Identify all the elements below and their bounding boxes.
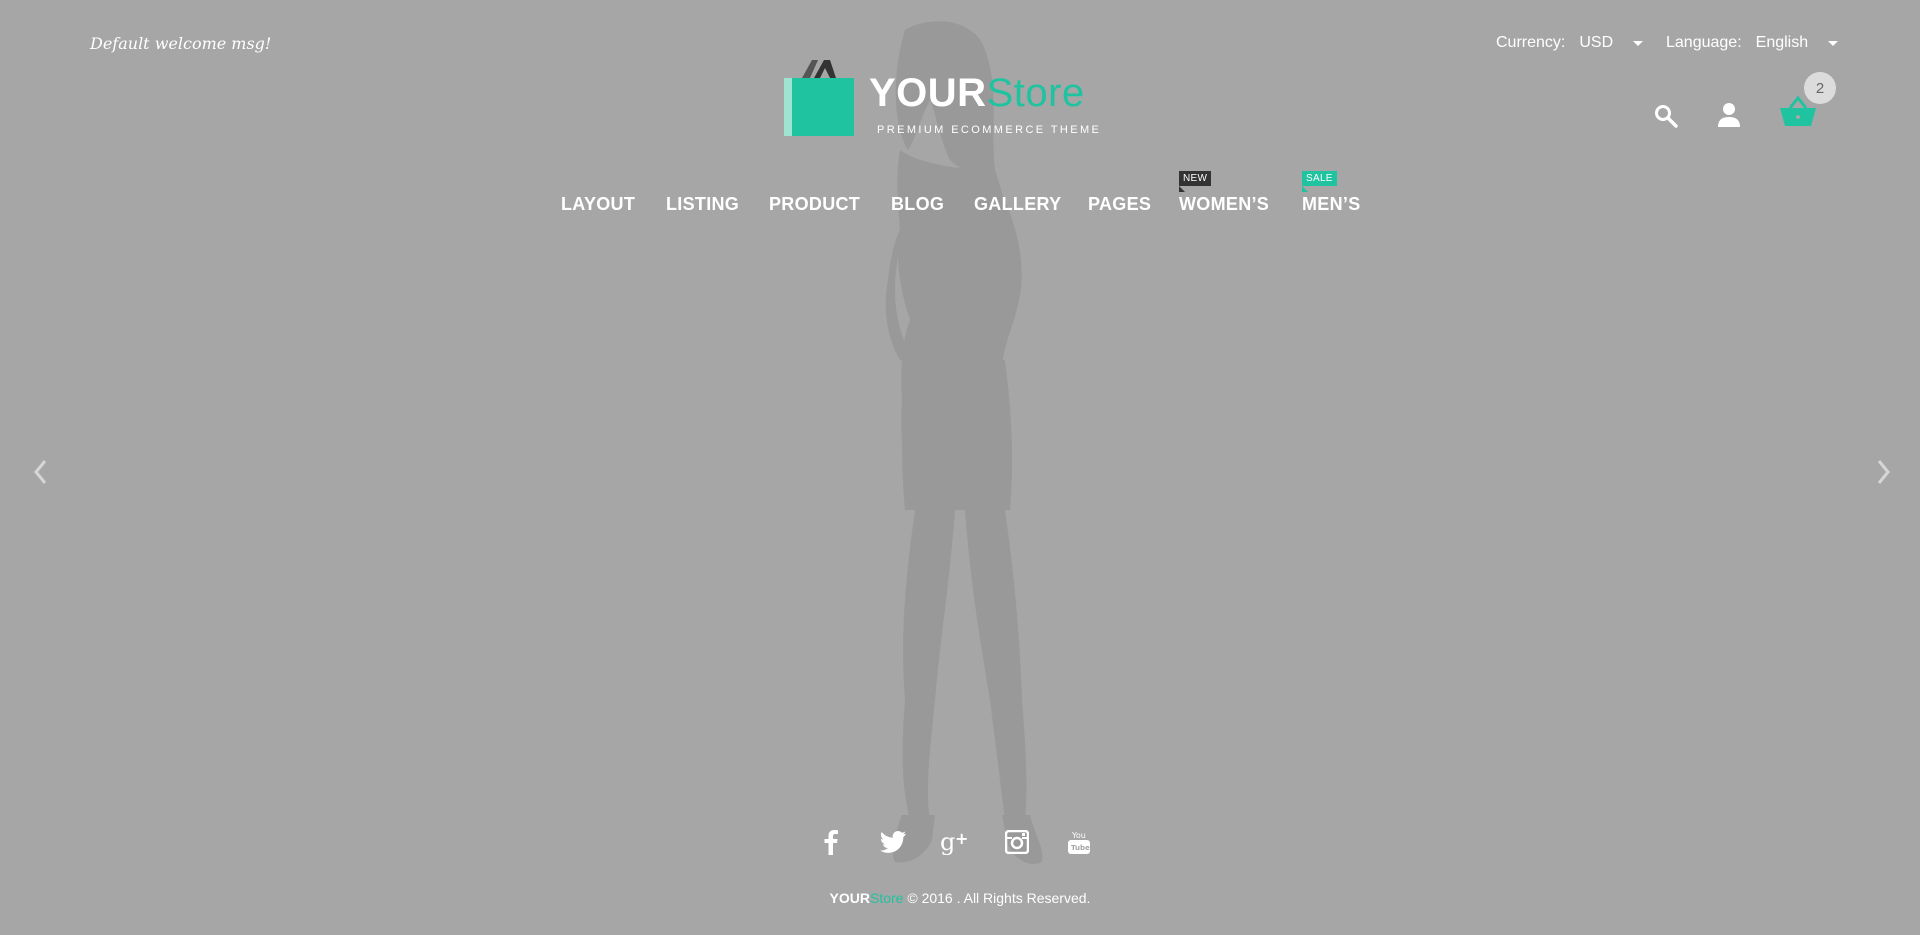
nav-item-gallery[interactable]: GALLERY [974,194,1061,215]
instagram-icon[interactable] [1001,826,1033,858]
nav-item-product[interactable]: PRODUCT [769,194,860,215]
welcome-message: Default welcome msg! [90,34,272,53]
google-plus-icon[interactable]: g + [938,826,970,858]
currency-value: USD [1579,34,1614,51]
logo-word-store: Store [986,71,1085,115]
nav-item-pages[interactable]: PAGES [1088,194,1151,215]
logo-wordmark: YOURStore [869,73,1085,113]
nav-item-label: LAYOUT [561,194,636,214]
nav-item-label: BLOG [891,194,945,214]
nav-item-layout[interactable]: LAYOUT [561,194,635,215]
nav-item-label: MEN’S [1302,194,1361,214]
nav-item-label: LISTING [666,194,740,214]
chevron-down-icon [1633,40,1644,46]
svg-text:+: + [955,829,968,848]
main-nav: LAYOUT LISTING PRODUCT BLOG GALLERY PAGE… [0,171,1920,218]
sale-badge: SALE [1302,171,1337,192]
user-account-icon[interactable] [1717,102,1741,128]
facebook-icon[interactable] [815,826,847,858]
nav-item-label: PAGES [1088,194,1152,214]
cart-count-badge: 2 [1804,72,1836,104]
language-value: English [1755,34,1809,51]
footer-brand-your: YOUR [829,890,870,906]
footer-brand-store: Store [870,890,904,906]
slider-next-arrow-icon[interactable] [1874,458,1892,486]
chevron-down-icon [1828,40,1839,46]
nav-item-label: PRODUCT [769,194,861,214]
nav-item-mens[interactable]: SALE MEN’S [1302,171,1361,215]
shopping-bag-logo-icon [784,60,854,136]
new-badge: NEW [1179,171,1212,192]
nav-item-listing[interactable]: LISTING [666,194,739,215]
logo-tagline: PREMIUM ECOMMERCE THEME [877,124,1102,136]
social-links: g + You Tube [0,826,1920,862]
nav-item-label: WOMEN’S [1179,194,1270,214]
svg-text:g: g [940,829,955,855]
language-label: Language: [1666,34,1742,51]
twitter-icon[interactable] [877,826,909,858]
search-icon[interactable] [1654,104,1678,128]
nav-item-blog[interactable]: BLOG [891,194,944,215]
nav-item-womens[interactable]: NEW WOMEN’S [1179,171,1270,215]
svg-text:Tube: Tube [1071,844,1090,852]
youtube-icon[interactable]: You Tube [1063,826,1095,858]
slider-prev-arrow-icon[interactable] [32,458,50,486]
logo-word-your: YOUR [869,71,987,115]
page: Default welcome msg! Currency: USD Langu… [0,0,1920,935]
currency-label: Currency: [1496,34,1566,51]
footer-copyright-text: © 2016 . All Rights Reserved. [903,890,1091,906]
footer-copyright: YOURStore © 2016 . All Rights Reserved. [0,890,1920,906]
svg-text:You: You [1071,831,1086,840]
store-logo[interactable]: YOURStore PREMIUM ECOMMERCE THEME [784,58,1104,140]
language-selector[interactable]: Language: English [1666,34,1839,52]
hero-model-silhouette [885,21,1043,865]
currency-selector[interactable]: Currency: USD [1496,34,1644,52]
nav-item-label: GALLERY [974,194,1062,214]
